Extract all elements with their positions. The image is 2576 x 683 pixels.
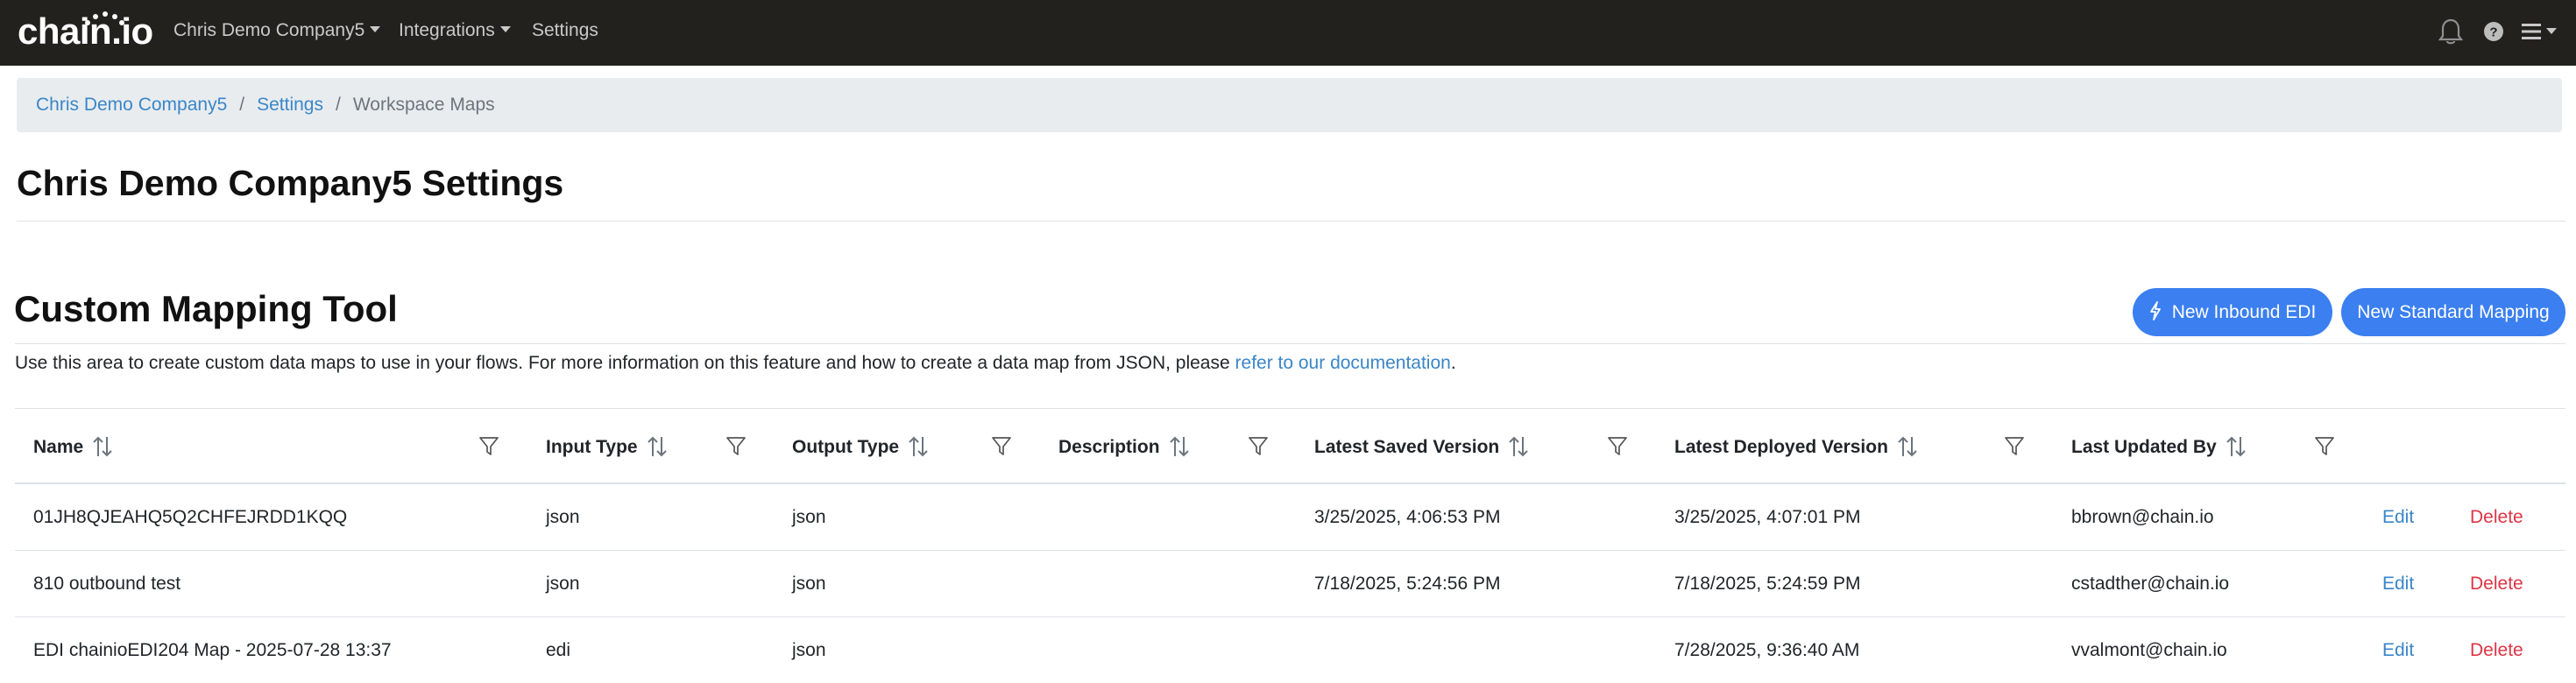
sort-icon[interactable] [92,435,113,458]
column-header-output-type[interactable]: Output Type [792,434,929,461]
cell-input-type: json [546,574,580,594]
breadcrumb-separator: / [239,95,245,115]
filter-icon[interactable] [2005,436,2024,457]
filter-icon[interactable] [1249,436,1268,457]
sort-icon[interactable] [1169,435,1190,458]
new-inbound-edi-button[interactable]: New Inbound EDI [2133,288,2332,336]
column-label: Input Type [546,437,638,457]
breadcrumb-current: Workspace Maps [352,95,495,115]
cell-output-type: json [792,574,826,594]
column-label: Output Type [792,437,900,457]
cell-latest-deployed: 7/18/2025, 5:24:59 PM [1674,574,1861,594]
column-label: Last Updated By [2071,437,2217,457]
cell-updated-by: vvalmont@chain.io [2071,640,2227,660]
description-end: . [1450,353,1456,373]
cell-name: 01JH8QJEAHQ5Q2CHFEJRDD1KQQ [33,507,348,527]
lightning-icon [2149,301,2161,320]
column-header-input-type[interactable]: Input Type [546,434,668,461]
hamburger-menu-icon[interactable] [2522,22,2558,41]
column-header-description[interactable]: Description [1058,434,1190,461]
divider [15,343,2565,344]
description-text: Use this area to create custom data maps… [15,353,1235,373]
nav-integrations-label: Integrations [399,20,495,40]
nav-integrations-dropdown[interactable]: Integrations [399,0,511,61]
filter-icon[interactable] [1608,436,1627,457]
cell-output-type: json [792,640,826,660]
breadcrumb-settings-link[interactable]: Settings [257,95,323,115]
divider [17,221,2565,222]
row-divider [15,550,2565,551]
cell-name: 810 outbound test [33,574,181,594]
chevron-down-icon [499,26,511,32]
row-divider [15,616,2565,617]
delete-link[interactable]: Delete [2470,504,2523,531]
bell-icon[interactable] [2438,18,2464,46]
edit-link[interactable]: Edit [2382,637,2414,664]
top-navbar: chain.io Chris Demo Company5 Integration… [0,0,2576,66]
column-label: Description [1058,437,1160,457]
cell-name: EDI chainioEDI204 Map - 2025-07-28 13:37 [33,640,392,660]
column-label: Latest Deployed Version [1674,437,1888,457]
filter-icon[interactable] [726,436,746,457]
column-header-name[interactable]: Name [33,434,113,461]
sort-icon[interactable] [908,435,929,458]
column-header-latest-deployed-version[interactable]: Latest Deployed Version [1674,434,1918,461]
svg-text:?: ? [2489,25,2497,40]
delete-link[interactable]: Delete [2470,571,2523,597]
sort-icon[interactable] [1508,435,1529,458]
breadcrumb-company-link[interactable]: Chris Demo Company5 [36,95,227,115]
cell-updated-by: bbrown@chain.io [2071,507,2214,527]
column-header-latest-saved-version[interactable]: Latest Saved Version [1314,434,1529,461]
edit-link[interactable]: Edit [2382,504,2414,531]
nav-company-label: Chris Demo Company5 [173,20,365,40]
column-label: Latest Saved Version [1314,437,1500,457]
new-inbound-edi-label: New Inbound EDI [2171,302,2317,322]
cell-input-type: edi [546,640,571,660]
page-title: Chris Demo Company5 Settings [17,163,564,203]
chevron-down-icon [370,26,381,32]
logo-dots-icon [85,11,124,25]
table-header-border [15,482,2565,484]
sort-icon[interactable] [647,435,668,458]
cell-updated-by: cstadther@chain.io [2071,574,2230,594]
column-header-last-updated-by[interactable]: Last Updated By [2071,434,2247,461]
cell-latest-saved: 7/18/2025, 5:24:56 PM [1314,574,1501,594]
filter-icon[interactable] [992,436,1011,457]
column-label: Name [33,437,84,457]
cell-input-type: json [546,507,580,527]
cell-latest-saved: 3/25/2025, 4:06:53 PM [1314,507,1501,527]
help-icon[interactable]: ? [2483,21,2504,42]
section-description: Use this area to create custom data maps… [15,353,1456,374]
filter-icon[interactable] [479,436,499,457]
nav-settings-link[interactable]: Settings [532,0,598,61]
table-top-border [15,408,2565,409]
new-standard-mapping-label: New Standard Mapping [2357,302,2550,322]
delete-link[interactable]: Delete [2470,637,2523,664]
nav-company-dropdown[interactable]: Chris Demo Company5 [173,0,381,61]
cell-output-type: json [792,507,826,527]
documentation-link[interactable]: refer to our documentation [1235,353,1451,373]
new-standard-mapping-button[interactable]: New Standard Mapping [2341,288,2565,336]
edit-link[interactable]: Edit [2382,571,2414,597]
cell-latest-deployed: 7/28/2025, 9:36:40 AM [1674,640,1860,660]
sort-icon[interactable] [1897,435,1918,458]
breadcrumb-separator: / [335,95,341,115]
section-title: Custom Mapping Tool [14,288,398,329]
breadcrumb: Chris Demo Company5 / Settings / Workspace M… [17,78,2562,132]
sort-icon[interactable] [2226,435,2247,458]
cell-latest-deployed: 3/25/2025, 4:07:01 PM [1674,507,1861,527]
filter-icon[interactable] [2315,436,2334,457]
